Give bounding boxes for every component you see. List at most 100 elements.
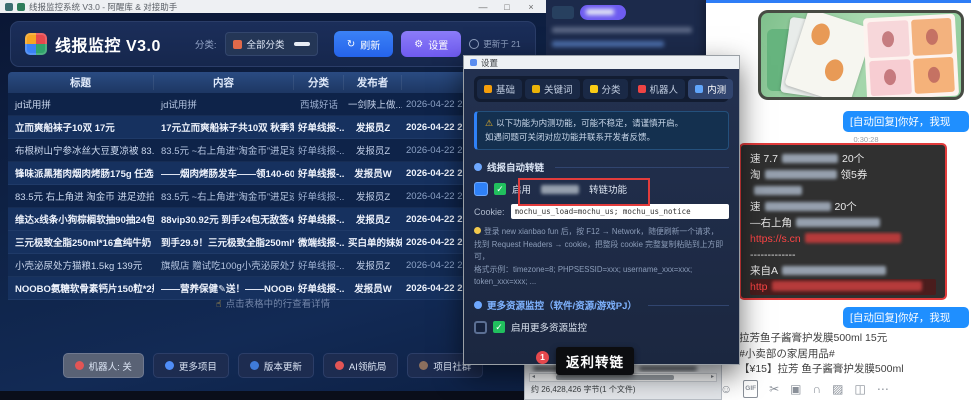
cell-title: 83.5元 右上角进 淘金币 进足迹拍 有...: [8, 189, 154, 203]
cell-title: 锋味派黑猪肉烟肉烤肠175g 任选5件...: [8, 166, 154, 180]
tab-label: 机器人: [650, 82, 679, 96]
hint-line2: 找到 Request Headers → cookie，把整段 cookie 完…: [474, 240, 723, 261]
more-icon[interactable]: ⋯: [877, 382, 889, 396]
refresh-button[interactable]: ↻ 刷新: [334, 31, 393, 57]
toggle-checkbox[interactable]: [474, 182, 488, 196]
tab-beta[interactable]: 内测: [688, 79, 733, 99]
checked-checkbox[interactable]: ✓: [493, 321, 505, 333]
message-line: 淘领5券: [750, 167, 936, 183]
cell-content: ——烟肉烤肠发车——领140-60补...: [154, 166, 294, 180]
pointing-hand-icon: ☝: [216, 299, 222, 310]
divider: [555, 167, 729, 168]
settings-button[interactable]: ⚙ 设置: [401, 31, 461, 57]
cell-pub: 一剑陕上做...: [344, 97, 402, 111]
cookie-hints: 登录 new xianbao fun 后，按 F12 → Network，随便刷…: [474, 226, 729, 288]
cell-pub: 发报员Z: [344, 120, 402, 134]
blurred-text: [796, 218, 880, 227]
cell-content: 旗舰店 赠试吃100g小壳泌尿处方猫粮...: [154, 258, 294, 272]
maximize-button[interactable]: □: [497, 2, 517, 12]
window-titlebar: 线报监控系统 V3.0 - 阿醒库 & 对接助手 — □ ×: [0, 0, 546, 13]
message-link-line[interactable]: http: [750, 279, 936, 295]
folder-icon: [590, 85, 598, 93]
window-shake-icon[interactable]: ◫: [854, 382, 865, 396]
cell-content: 到手29.9！三元极致全脂250ml*16...: [154, 235, 294, 249]
category-label: 分类:: [195, 37, 217, 51]
more-resources-checkbox-row: ✓ 启用更多资源监控: [474, 320, 729, 334]
blurred-text: [765, 170, 837, 179]
category-value: 全部分类: [247, 37, 285, 51]
column-header-publisher: 发布者: [344, 75, 402, 90]
minimize-button[interactable]: —: [473, 2, 493, 12]
blurred-text: [805, 233, 901, 243]
cell-title: 小壳泌尿处方猫粮1.5kg 139元: [8, 258, 154, 272]
app-title: 线报监控 V3.0: [55, 32, 161, 56]
file-icon[interactable]: ▣: [790, 382, 801, 396]
cookie-label: Cookie:: [474, 207, 505, 217]
blurred-text: [552, 41, 664, 47]
unchecked-checkbox[interactable]: [474, 321, 487, 334]
category-select[interactable]: 全部分类: [225, 32, 318, 56]
message-link-line[interactable]: https://s.cn: [750, 231, 936, 247]
cell-pub: 发报员W: [344, 281, 402, 295]
cell-content: 17元立而爽船袜子共10双 秋季薄后石...: [154, 120, 294, 134]
bulb-icon: [474, 227, 481, 234]
cell-cat: 好单线报-...: [294, 166, 344, 180]
gif-icon[interactable]: GIF: [743, 380, 758, 398]
cell-cat: 西城好话: [294, 97, 344, 111]
tab-basic[interactable]: 基础: [477, 79, 522, 99]
app-icon-2: [17, 3, 25, 11]
message-line: 【¥15】拉芳 鱼子酱膏护发膜500ml: [739, 362, 951, 378]
tab-keywords[interactable]: 关键词: [525, 79, 580, 99]
message-line: #小卖部の家居用品#: [739, 347, 951, 363]
cell-title: 维达x线条小狗棕榈软抽90抽24包 ...: [8, 212, 154, 226]
chevron-down-icon: [294, 42, 310, 46]
clock-icon: [469, 39, 479, 49]
cell-pub: 发报员Z: [344, 189, 402, 203]
close-button[interactable]: ×: [521, 2, 541, 12]
tab-category[interactable]: 分类: [583, 79, 628, 99]
message-line: [750, 183, 936, 199]
checked-checkbox[interactable]: ✓: [494, 183, 506, 195]
column-header-title: 标题: [8, 75, 154, 90]
scrollbar-thumb[interactable]: [556, 375, 674, 380]
cell-pub: 发报员Z: [344, 143, 402, 157]
beta-warning: ⚠以下功能为内测功能，可能不稳定，请谨慎开启。 如遇问题可关闭对应功能并联系开发…: [474, 111, 729, 150]
more-projects-button[interactable]: 更多项目: [153, 353, 229, 378]
cell-title: NOOBO氨糖软骨素钙片150粒*2瓶3...: [8, 281, 154, 295]
globe-icon: [165, 361, 174, 370]
robot-toggle-button[interactable]: 机器人: 关: [63, 353, 144, 378]
warning-line2: 如遇问题可关闭对应功能并联系开发者反馈。: [485, 132, 655, 142]
tab-label: 分类: [602, 82, 621, 96]
cookie-input[interactable]: [511, 204, 729, 219]
dialog-title: 设置: [481, 57, 498, 69]
section-auto-link: 线报自动转链: [474, 160, 729, 174]
image-icon[interactable]: ▨: [832, 382, 843, 396]
message-line: 来自A: [750, 263, 936, 279]
tab-robot[interactable]: 机器人: [631, 79, 686, 99]
wrench-icon: [532, 85, 540, 93]
last-updated: 更新于 21:27:45: [469, 38, 521, 50]
background-window-fragment: [546, 0, 706, 55]
cell-pub: 发报员Z: [344, 258, 402, 272]
message-line: 拉芳鱼子酱膏护发膜500ml 15元: [739, 331, 951, 347]
background-button[interactable]: [552, 6, 574, 19]
book-icon: [250, 361, 259, 370]
chat-window: [自动回复]你好，我现 0:30:28 速 7.720个淘领5券速20个—右上角…: [706, 0, 971, 400]
cell-pub: 发报员W: [344, 166, 402, 180]
checkbox-label-prefix: 启用: [512, 182, 531, 196]
section-title: 更多资源监控（软件/资源/游戏PJ）: [487, 298, 637, 312]
section-more-resources: 更多资源监控（软件/资源/游戏PJ）: [474, 298, 729, 312]
ai-navigator-button[interactable]: AI领航局: [323, 353, 398, 378]
headset-icon[interactable]: ∩: [813, 382, 822, 396]
dialog-body: 基础关键词 分类 机器人内测 ⚠以下功能为内测功能，可能不稳定，请谨慎开启。 如遇问…: [464, 69, 739, 375]
warning-icon: ⚠: [485, 118, 493, 128]
explorer-status-text: 约 26,428,426 字节(1 个文件): [525, 382, 721, 395]
screenshot-icon[interactable]: ✂: [769, 382, 779, 396]
product-image[interactable]: [758, 10, 964, 100]
button-label: AI领航局: [349, 359, 386, 373]
gear-icon: ⚙: [414, 39, 423, 50]
pen-icon: [695, 85, 703, 93]
message-line: —右上角: [750, 215, 936, 231]
version-update-button[interactable]: 版本更新: [238, 353, 314, 378]
cart-icon: [233, 40, 242, 49]
